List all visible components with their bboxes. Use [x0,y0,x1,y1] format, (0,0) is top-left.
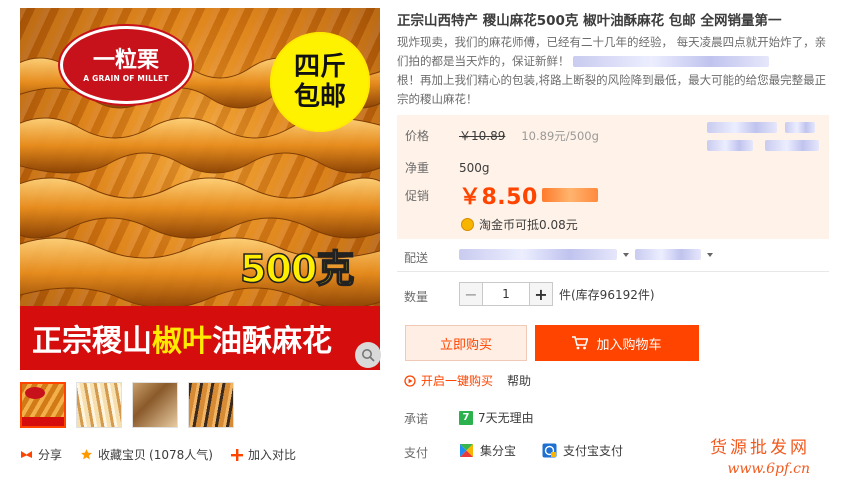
one-click-link[interactable]: 开启一键购买 [421,372,493,389]
redacted-text [635,249,701,260]
redacted-text [573,56,770,67]
redacted-text [459,249,617,260]
quantity-plus-button[interactable]: + [529,282,553,306]
net-weight-row: 净重 500g [405,159,490,176]
one-click-row: 开启一键购买 帮助 [404,372,531,389]
net-weight-label: 净重 [405,161,430,175]
product-description: 现炸现卖，我们的麻花师傅，已经有二十几年的经验， 每天凌晨四点就开始炸了，亲们拍… [397,33,829,109]
promise-item[interactable]: 7 7天无理由 [459,409,534,426]
jifenbao-icon [459,443,474,458]
help-link[interactable]: 帮助 [507,372,531,389]
payment-label: 支付 [404,446,429,460]
share-icon [20,448,33,461]
unit-price: 10.89元/500g [521,128,599,143]
brand-logo: 一粒栗 A GRAIN OF MILLET [60,26,192,104]
zoom-button[interactable] [355,342,381,368]
chevron-down-icon [707,252,713,257]
payment-alipay[interactable]: 支付宝支付 [542,442,623,459]
taojinbi-row: 淘金币可抵 0.08元 [461,216,578,233]
thumbnail-strip [20,382,234,428]
price-row: 价格 ￥10.89 10.89元/500g [405,127,599,144]
alipay-icon [542,443,557,458]
badge-line2: 包邮 [293,82,346,112]
weight-label: 500克 [239,246,355,292]
banner-text-part3: 油酥麻花 [212,324,332,359]
payment-jifenbao[interactable]: 集分宝 [459,442,516,459]
compare-button[interactable]: 加入对比 [230,446,296,463]
favorite-button[interactable]: 收藏宝贝 (1078人气) [80,446,213,463]
seven-day-return-icon: 7 [459,410,473,425]
product-main-image[interactable]: 一粒栗 A GRAIN OF MILLET 四斤 包邮 500克 正宗稷山 椒叶油… [20,8,380,370]
add-to-cart-button[interactable]: 加入购物车 [535,325,699,361]
cart-icon [572,336,589,350]
quantity-minus-button[interactable]: − [459,282,483,306]
promo-row: 促销 ￥8.50 [405,179,598,211]
stock-text: 件(库存96192件) [559,287,655,302]
original-price: ￥10.89 [459,129,506,143]
price-box: 价格 ￥10.89 10.89元/500g 净重 500g 促销 ￥8.50 淘… [397,115,829,239]
net-weight-value: 500g [459,160,490,175]
compare-label: 加入对比 [247,448,296,462]
delivery-label: 配送 [404,251,429,265]
coin-text: 淘金币可抵 [479,218,540,232]
share-label: 分享 [38,448,63,462]
quantity-input[interactable] [483,282,529,306]
banner-text-part1: 正宗稷山 [32,324,152,359]
price-label: 价格 [405,129,430,143]
promo-tag [541,188,598,202]
divider [397,271,829,272]
add-to-cart-label: 加入购物车 [596,337,662,353]
product-title: 正宗山西特产 稷山麻花500克 椒叶油酥麻花 包邮 全网销量第一 [397,13,782,29]
share-button[interactable]: 分享 [20,446,62,463]
description-part2: 根！再加上我们精心的包装,将路上断裂的风险降到最低，最大可能的给您最完整最正宗的… [397,73,827,106]
buy-now-button[interactable]: 立即购买 [405,325,527,361]
image-banner: 正宗稷山 椒叶 油酥麻花 [20,306,380,370]
banner-text-part2: 椒叶 [152,324,212,359]
redacted-text [785,122,815,133]
one-click-icon [404,374,416,387]
promise-label: 承诺 [404,412,429,426]
payment-method-1: 集分宝 [480,444,517,458]
star-icon [80,448,93,461]
favorite-label: 收藏宝贝 [98,448,147,462]
payment-methods: 集分宝 支付宝支付 [459,442,649,459]
redacted-text [707,140,753,151]
chevron-down-icon [623,252,629,257]
share-row: 分享 收藏宝贝 (1078人气) 加入对比 [20,446,314,463]
thumbnail-1[interactable] [20,382,66,428]
free-shipping-badge: 四斤 包邮 [270,32,370,132]
delivery-selector[interactable] [459,249,719,260]
quantity-label: 数量 [404,290,429,304]
redacted-text [707,122,777,133]
favorite-count: (1078人气) [149,448,213,462]
thumbnail-banner [22,417,64,426]
site-watermark: 货源批发网 www.6pf.cn [710,438,810,478]
magnifier-icon [362,349,375,362]
redacted-side-info [701,118,821,158]
thumbnail-2[interactable] [76,382,122,428]
coin-value: 0.08元 [539,218,578,232]
promo-price: ￥8.50 [459,185,538,210]
badge-line1: 四斤 [293,52,346,82]
thumbnail-3[interactable] [132,382,178,428]
promo-label: 促销 [405,188,430,203]
thumbnail-4[interactable] [188,382,234,428]
quantity-stepper: − + 件(库存96192件) [459,282,655,306]
plus-icon [230,448,243,461]
watermark-url: www.6pf.cn [727,461,810,477]
brand-logo-text: 一粒栗 [92,46,159,73]
thumbnail-logo [25,387,45,399]
promise-text: 7天无理由 [478,411,534,425]
watermark-text: 货源批发网 [710,438,810,458]
coin-icon [461,218,474,231]
redacted-text [765,140,819,151]
brand-logo-subtext: A GRAIN OF MILLET [83,73,169,83]
payment-method-2: 支付宝支付 [563,444,624,458]
